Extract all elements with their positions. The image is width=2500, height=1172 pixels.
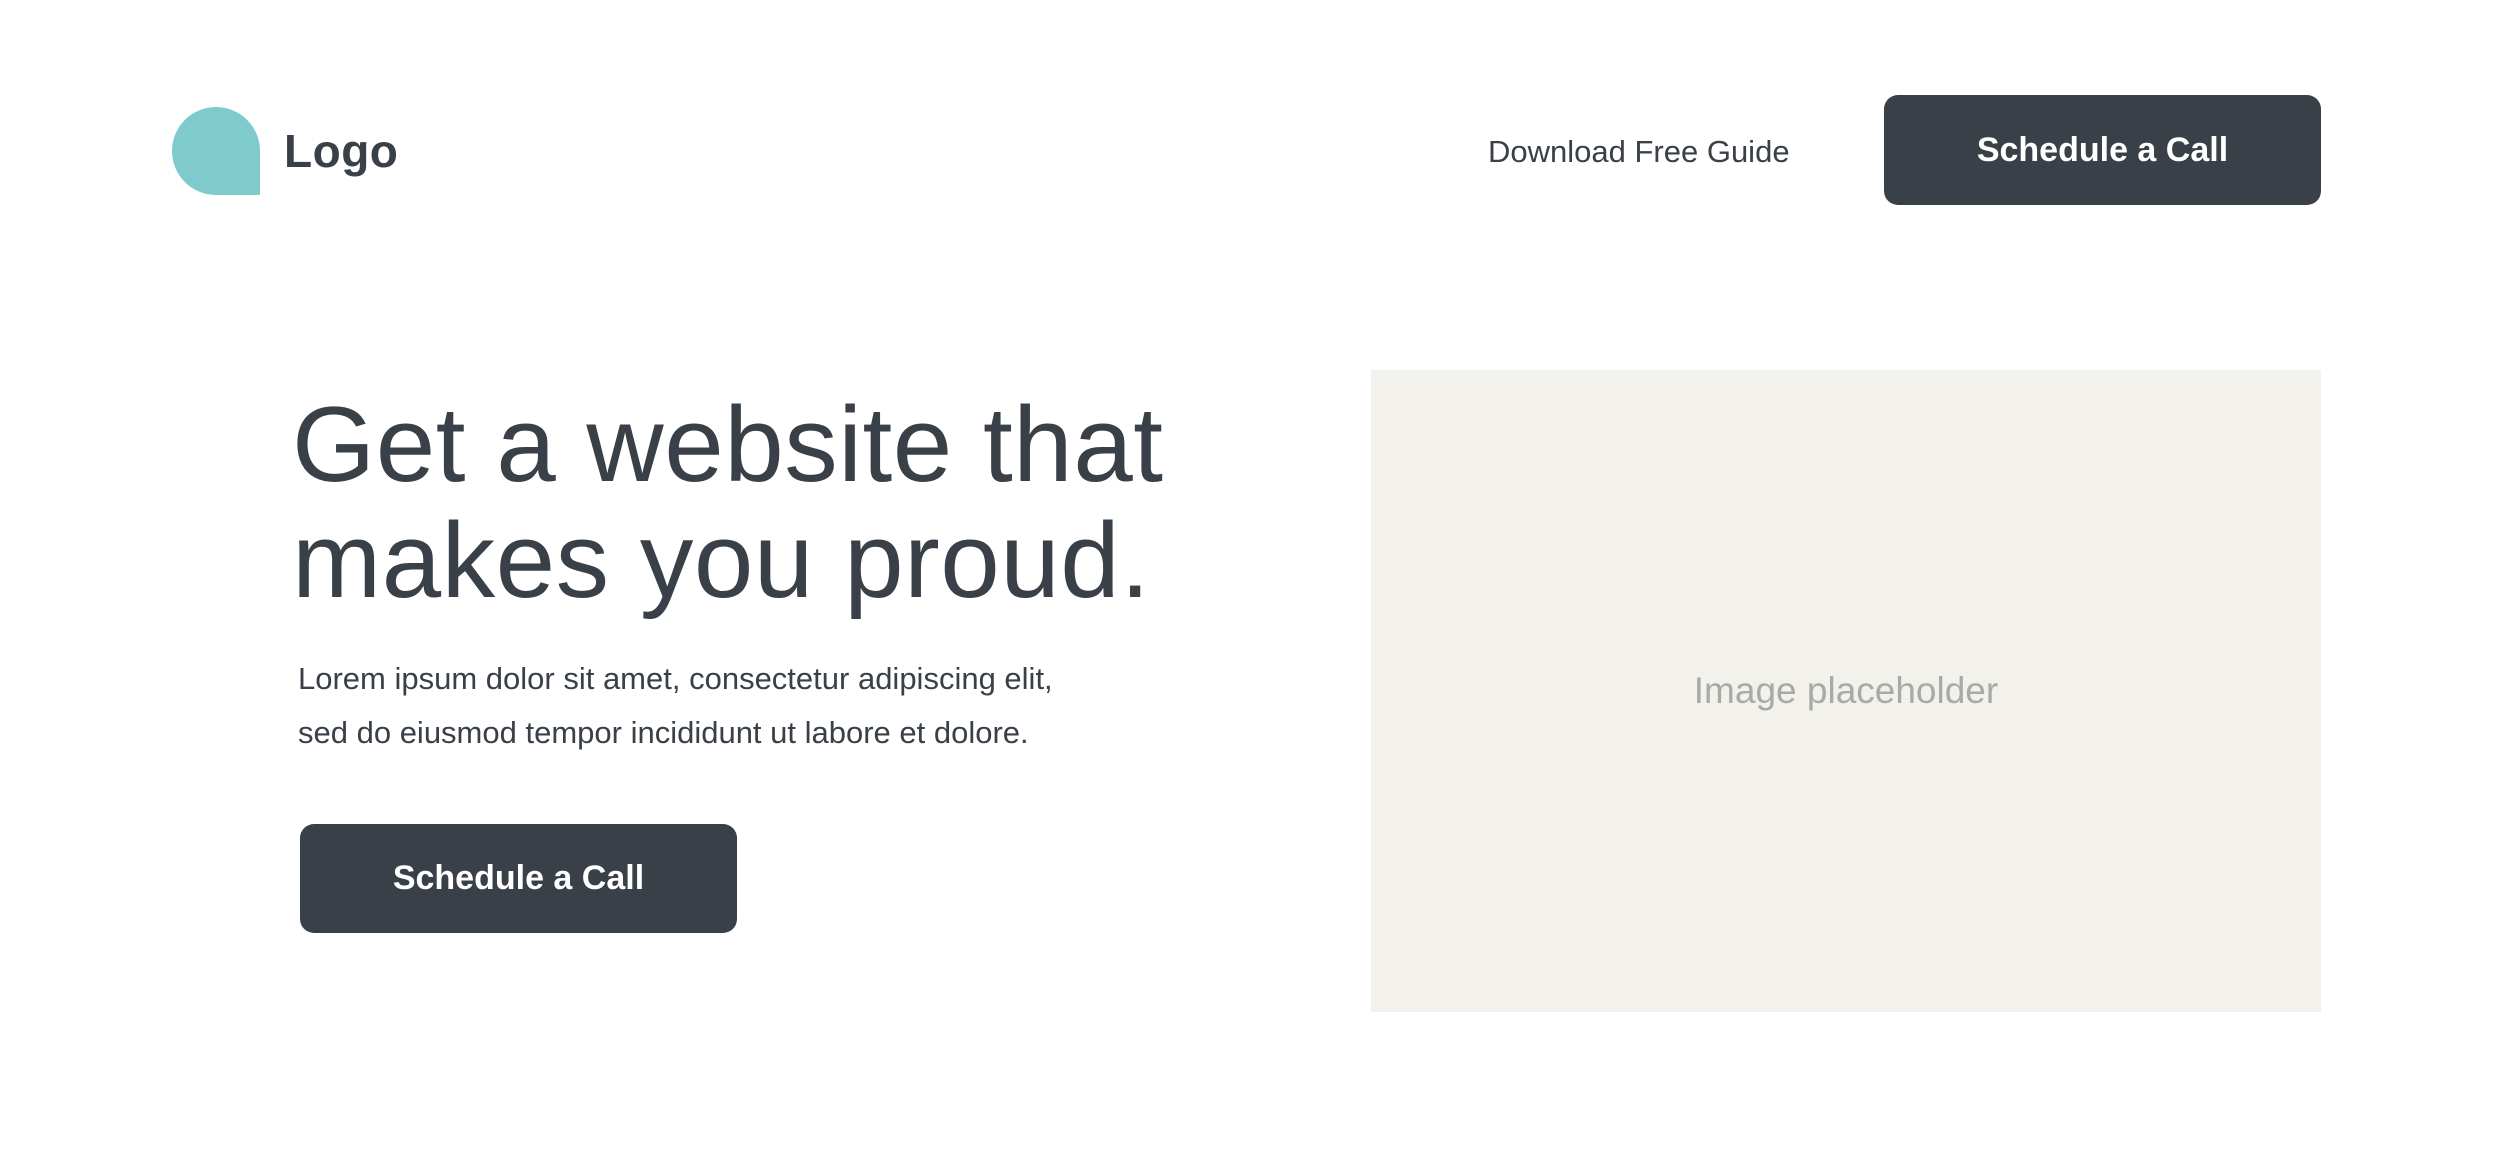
hero-description-line-1: Lorem ipsum dolor sit amet, consectetur … — [298, 661, 1053, 696]
download-free-guide-link[interactable]: Download Free Guide — [1488, 130, 1790, 174]
hero-schedule-call-button[interactable]: Schedule a Call — [300, 824, 737, 933]
landing-page: Logo Download Free Guide Schedule a Call… — [0, 0, 2500, 1172]
header-schedule-call-button[interactable]: Schedule a Call — [1884, 95, 2321, 205]
hero-title-line-1: Get a website that — [292, 384, 1164, 504]
hero-description-line-2: sed do eiusmod tempor incididunt ut labo… — [298, 715, 1029, 750]
hero-title-line-2: makes you proud. — [292, 500, 1151, 620]
logo[interactable]: Logo — [172, 107, 398, 195]
logo-text: Logo — [284, 125, 399, 177]
hero-image-placeholder: Image placeholder — [1371, 370, 2321, 1012]
image-placeholder-label: Image placeholder — [1693, 670, 1999, 711]
logo-mark-icon — [172, 107, 260, 195]
hero-description: Lorem ipsum dolor sit amet, consectetur … — [298, 652, 1158, 760]
hero-title: Get a website that makes you proud. — [292, 386, 1192, 618]
